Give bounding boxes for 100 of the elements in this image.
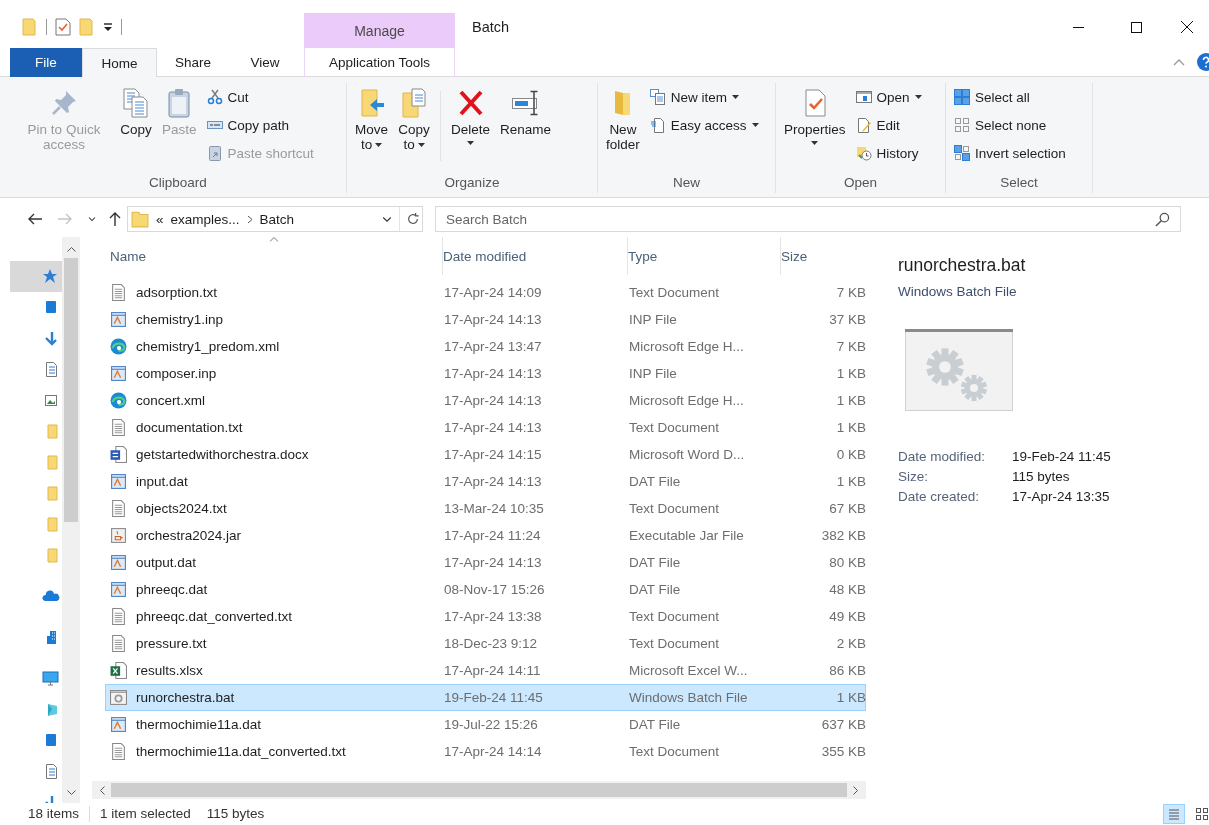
ribbon-button[interactable]: History [851,139,926,167]
date-modified: 08-Nov-17 15:26 [444,582,545,597]
file-row[interactable]: concert.xml 17-Apr-24 14:13 Microsoft Edge H... 1 KB [105,387,866,414]
scroll-up-icon[interactable] [66,247,76,252]
group-label: New [673,174,700,192]
ribbon-button[interactable]: New item [645,83,763,111]
file-name: phreeqc.dat_converted.txt [136,609,293,624]
ribbon-button[interactable]: Copy [116,83,156,137]
column-header[interactable]: Date modified [443,237,628,275]
file-row[interactable]: documentation.txt 17-Apr-24 14:13 Text Document 1 KB [105,414,866,441]
window-title: Batch [472,19,510,35]
ribbon-button[interactable]: Delete [447,83,495,145]
horizontal-scrollbar[interactable] [92,781,866,799]
ribbon-button[interactable]: Copy path [202,111,318,139]
chevron-icon [246,214,253,224]
ribbon-tab[interactable]: File [10,48,82,77]
ribbon-tab[interactable]: Share [157,48,229,77]
history-icon [855,145,872,161]
file-type: Text Document [629,609,720,624]
date-modified: 17-Apr-24 14:13 [444,366,542,381]
column-header[interactable]: Type [628,237,781,275]
browser-file-icon [110,338,127,355]
date-modified: 19-Jul-22 15:26 [444,717,538,732]
ribbon-button[interactable]: Easy access [645,111,763,139]
file-size: 37 KB [829,312,866,327]
file-row[interactable]: phreeqc.dat 08-Nov-17 15:26 DAT File 48 KB [105,576,866,603]
file-name: input.dat [136,474,188,489]
file-size: 80 KB [829,555,866,570]
file-size: 7 KB [836,339,866,354]
file-name: objects2024.txt [136,501,227,516]
customize-caret-icon[interactable] [103,22,113,32]
scroll-right-icon[interactable] [853,785,858,795]
close-icon[interactable] [1181,21,1193,33]
ribbon-tab[interactable]: View [229,48,301,77]
file-row[interactable]: thermochimie11a.dat_converted.txt 17-Apr-24 14:14 Text Document 355 KB [105,738,866,765]
ribbon-button[interactable]: Select all [950,83,1070,111]
date-modified: 17-Apr-24 14:14 [444,744,542,759]
date-modified: 17-Apr-24 13:47 [444,339,542,354]
ribbon-button[interactable]: Properties [780,83,850,145]
scroll-down-icon[interactable] [66,790,76,795]
file-size: 0 KB [836,447,866,462]
date-modified: 17-Apr-24 14:13 [444,555,542,570]
file-row[interactable]: thermochimie11a.dat 19-Jul-22 15:26 DAT File 637 KB [105,711,866,738]
file-row[interactable]: orchestra2024.jar 17-Apr-24 11:24 Executable Jar File 382 KB [105,522,866,549]
breadcrumb[interactable]: examples... [170,211,240,227]
ribbon-button[interactable]: Rename [496,83,556,137]
file-row[interactable]: composer.inp 17-Apr-24 14:13 INP File 1 KB [105,360,866,387]
maximize-icon[interactable] [1130,21,1142,33]
address-bar[interactable]: « examples... Batch [127,206,423,232]
file-row[interactable]: adsorption.txt 17-Apr-24 14:09 Text Document 7 KB [105,279,866,306]
file-size: 1 KB [836,366,866,381]
file-name: concert.xml [136,393,206,408]
file-type: Text Document [629,636,720,651]
file-row[interactable]: chemistry1_predom.xml 17-Apr-24 13:47 Microsoft Edge H... 7 KB [105,333,866,360]
column-header[interactable]: Size [781,237,866,275]
file-row[interactable]: objects2024.txt 13-Mar-24 10:35 Text Document 67 KB [105,495,866,522]
ribbon-button[interactable]: Select none [950,111,1070,139]
file-row[interactable]: getstartedwithorchestra.docx 17-Apr-24 14:15 Microsoft Word D... 0 KB [105,441,866,468]
file-type: Text Document [629,285,720,300]
file-row[interactable]: results.xlsx 17-Apr-24 14:11 Microsoft Excel W... 86 KB [105,657,866,684]
ribbon-button[interactable]: Edit [851,111,926,139]
ribbon-tab[interactable]: Home [82,48,157,77]
file-row[interactable]: runorchestra.bat 19-Feb-24 11:45 Windows Batch File 1 KB [105,684,866,711]
file-row[interactable]: output.dat 17-Apr-24 14:13 DAT File 80 KB [105,549,866,576]
vertical-scrollbar[interactable] [62,237,80,803]
refresh-icon[interactable] [406,212,420,226]
group-label: Open [844,174,877,192]
file-name: orchestra2024.jar [136,528,242,543]
properties-icon[interactable] [55,18,71,36]
ribbon-button[interactable]: Move to [351,83,392,152]
overflow-breadcrumb[interactable]: « [156,211,164,227]
page-lines-icon [649,117,666,133]
ribbon-button[interactable]: Copy to [394,83,434,152]
ribbon-button[interactable]: New folder [602,83,644,152]
text-file-icon [110,635,127,652]
folder-icon [131,210,149,228]
back-arrow-icon[interactable] [26,211,43,227]
column-header[interactable]: Name [105,237,443,275]
file-row[interactable]: chemistry1.inp 17-Apr-24 14:13 INP File 37 KB [105,306,866,333]
file-row[interactable]: pressure.txt 18-Dec-23 9:12 Text Document 2 KB [105,630,866,657]
tiles-view-icon [1194,805,1209,822]
select-none-icon [954,117,970,133]
scroll-left-icon[interactable] [100,785,105,795]
text-file-icon [110,419,127,436]
caret-icon [751,123,759,127]
ribbon-button[interactable]: Cut [202,83,318,111]
collapse-ribbon-icon[interactable] [1173,58,1185,66]
file-row[interactable]: phreeqc.dat_converted.txt 17-Apr-24 13:38 Text Document 49 KB [105,603,866,630]
nav-item[interactable] [10,261,62,292]
file-name: documentation.txt [136,420,243,435]
file-name: pressure.txt [136,636,207,651]
search-field[interactable]: Search Batch [435,206,1181,232]
file-row[interactable]: input.dat 17-Apr-24 14:13 DAT File 1 KB [105,468,866,495]
breadcrumb[interactable]: Batch [259,211,295,227]
data-file-icon [110,581,127,598]
date-modified: 17-Apr-24 14:11 [444,663,541,678]
ribbon-button[interactable]: Invert selection [950,139,1070,167]
ribbon-button[interactable]: Open [851,83,926,111]
file-type: Microsoft Edge H... [629,339,744,354]
file-size: 7 KB [836,285,866,300]
